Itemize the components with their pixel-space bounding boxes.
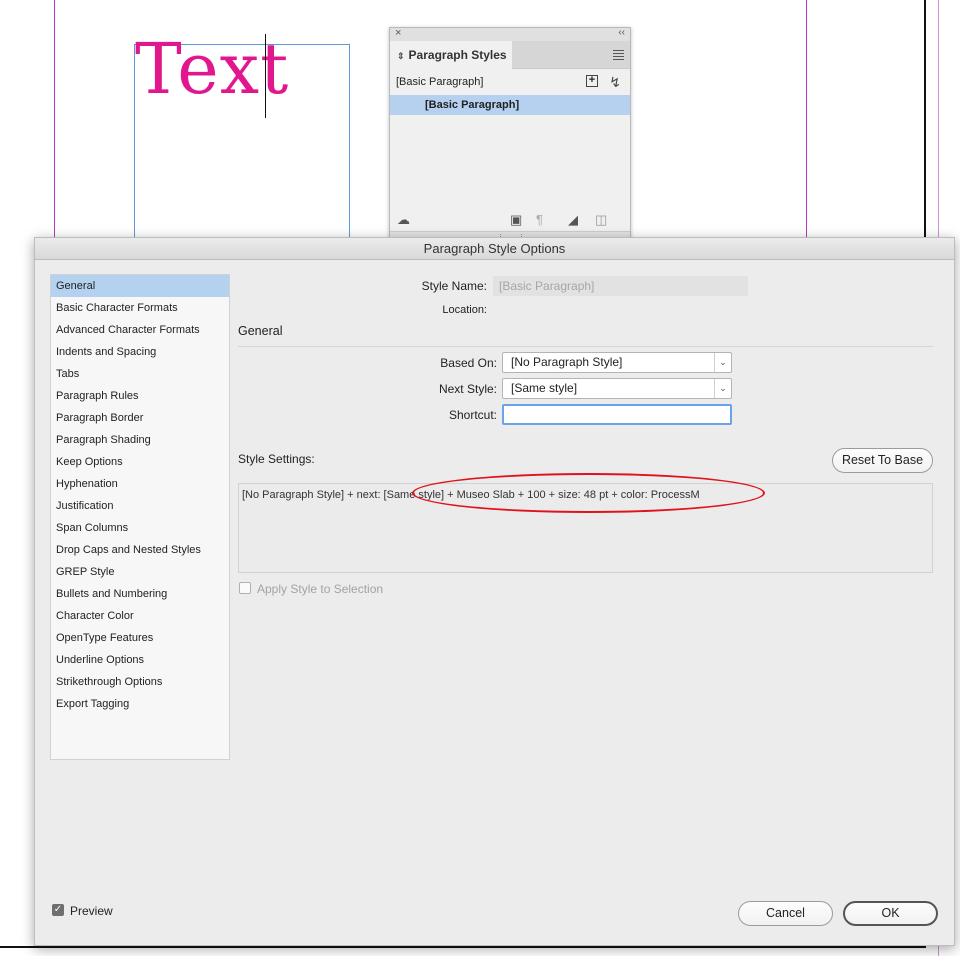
quick-apply-lightning-icon[interactable]: ↯ <box>609 69 621 95</box>
current-style-label: [Basic Paragraph] <box>396 76 484 88</box>
sidebar-item-paragraph-border[interactable]: Paragraph Border <box>51 407 229 429</box>
sidebar-item-drop-caps[interactable]: Drop Caps and Nested Styles <box>51 539 229 561</box>
trash-icon[interactable]: ◫ <box>595 212 607 228</box>
style-name-label: Style Name: <box>421 279 487 293</box>
sidebar-item-paragraph-shading[interactable]: Paragraph Shading <box>51 429 229 451</box>
paragraph-style-options-dialog: Paragraph Style Options General Basic Ch… <box>34 237 955 946</box>
collapse-icon[interactable]: ‹‹ <box>618 27 625 38</box>
style-settings-box: [No Paragraph Style] + next: [Same style… <box>238 483 933 573</box>
preview-checkbox[interactable]: ✓ <box>52 904 64 916</box>
shortcut-input[interactable] <box>502 404 732 425</box>
cloud-library-icon[interactable]: ☁ <box>397 212 410 228</box>
close-icon[interactable]: × <box>395 27 401 39</box>
next-style-label: Next Style: <box>438 382 497 396</box>
next-style-dropdown[interactable]: [Same style] ⌄ <box>502 378 732 399</box>
sidebar-item-justification[interactable]: Justification <box>51 495 229 517</box>
sidebar-item-grep-style[interactable]: GREP Style <box>51 561 229 583</box>
sidebar-item-general[interactable]: General <box>51 275 229 297</box>
style-list-item[interactable]: [Basic Paragraph] <box>390 95 630 115</box>
next-style-value: [Same style] <box>511 381 578 395</box>
panel-topbar: × ‹‹ <box>390 27 630 41</box>
preview-label: Preview <box>70 904 113 918</box>
current-style-row: [Basic Paragraph] + ↯ <box>390 69 630 95</box>
shortcut-label: Shortcut: <box>448 408 497 422</box>
paragraph-styles-panel: × ‹‹ ⇕ Paragraph Styles [Basic Paragraph]… <box>389 27 631 239</box>
dialog-title: Paragraph Style Options <box>35 238 954 260</box>
text-cursor <box>265 34 266 118</box>
sidebar-item-character-color[interactable]: Character Color <box>51 605 229 627</box>
based-on-label: Based On: <box>440 356 497 370</box>
panel-menu-icon[interactable] <box>613 50 624 62</box>
section-title: General <box>238 324 283 338</box>
tab-paragraph-styles[interactable]: ⇕ Paragraph Styles <box>390 41 512 69</box>
panel-tabrow: ⇕ Paragraph Styles <box>390 41 630 69</box>
apply-style-checkbox[interactable] <box>239 582 251 594</box>
sidebar-item-opentype-features[interactable]: OpenType Features <box>51 627 229 649</box>
sidebar-item-span-columns[interactable]: Span Columns <box>51 517 229 539</box>
sidebar-item-tabs[interactable]: Tabs <box>51 363 229 385</box>
location-label: Location: <box>442 304 487 316</box>
reset-to-base-button[interactable]: Reset To Base <box>832 448 933 473</box>
folder-icon[interactable]: ▣ <box>510 212 522 228</box>
ok-button[interactable]: OK <box>843 901 938 926</box>
tab-label: Paragraph Styles <box>408 48 507 62</box>
sidebar-item-bullets-and-numbering[interactable]: Bullets and Numbering <box>51 583 229 605</box>
panel-footer: ☁ ▣ ¶ ◢ ◫ <box>390 210 630 230</box>
category-sidebar: General Basic Character Formats Advanced… <box>50 274 230 760</box>
sidebar-item-keep-options[interactable]: Keep Options <box>51 451 229 473</box>
sort-arrows-icon: ⇕ <box>397 51 405 61</box>
margin-guide-right <box>806 0 807 240</box>
apply-style-label: Apply Style to Selection <box>257 582 384 596</box>
sidebar-item-indents-and-spacing[interactable]: Indents and Spacing <box>51 341 229 363</box>
page-edge-bottom <box>0 946 926 948</box>
cancel-button[interactable]: Cancel <box>738 901 833 926</box>
style-name-field: [Basic Paragraph] <box>493 276 748 296</box>
clear-overrides-icon[interactable]: ¶ <box>536 212 543 227</box>
chevron-down-icon: ⌄ <box>714 353 731 372</box>
based-on-dropdown[interactable]: [No Paragraph Style] ⌄ <box>502 352 732 373</box>
sidebar-item-export-tagging[interactable]: Export Tagging <box>51 693 229 715</box>
sample-text: Text <box>135 28 290 110</box>
margin-guide-left <box>54 0 55 240</box>
new-style-icon[interactable]: ◢ <box>568 212 578 228</box>
sidebar-item-strikethrough-options[interactable]: Strikethrough Options <box>51 671 229 693</box>
sidebar-item-hyphenation[interactable]: Hyphenation <box>51 473 229 495</box>
based-on-value: [No Paragraph Style] <box>511 355 623 369</box>
chevron-down-icon: ⌄ <box>714 379 731 398</box>
sidebar-item-paragraph-rules[interactable]: Paragraph Rules <box>51 385 229 407</box>
sidebar-item-underline-options[interactable]: Underline Options <box>51 649 229 671</box>
section-divider <box>238 346 933 347</box>
new-style-from-selection-icon[interactable]: + <box>586 75 598 87</box>
sidebar-item-basic-character-formats[interactable]: Basic Character Formats <box>51 297 229 319</box>
style-settings-label: Style Settings: <box>238 452 315 466</box>
sidebar-item-advanced-character-formats[interactable]: Advanced Character Formats <box>51 319 229 341</box>
